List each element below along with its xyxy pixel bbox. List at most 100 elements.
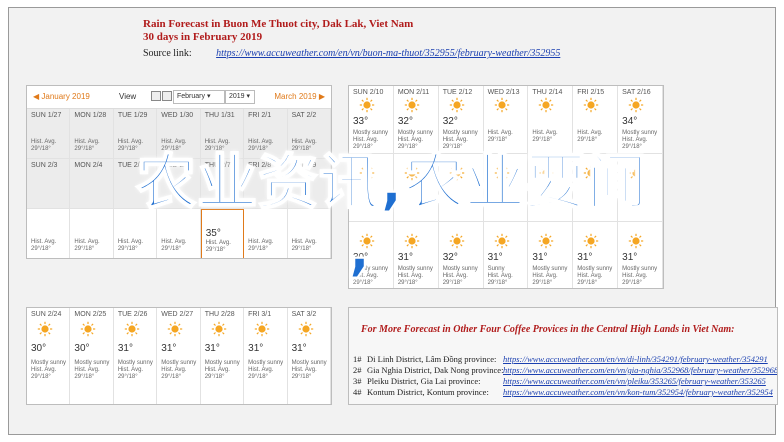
calendar-day-cell[interactable]: TUE 2/26 31° Mostly sunny Hist. Avg. 29°/1…	[114, 308, 158, 404]
province-row: 1# Di Linh District, Lâm Đồng province: ht…	[353, 354, 768, 364]
more-forecast-title: For More Forecast in Other Four Coffee P…	[361, 324, 735, 335]
province-name: Gia Nghia District, Dak Nong province:	[367, 365, 504, 375]
sun-icon	[404, 97, 420, 113]
day-label: FRI 3/1	[248, 311, 272, 318]
page-subtitle: 30 days in February 2019	[143, 31, 263, 43]
year-select[interactable]: 2019 ▾	[225, 90, 255, 104]
day-label: WED 2/27	[161, 311, 194, 318]
temperature: 34°	[622, 116, 638, 127]
calendar-nav-bar: ◀ January 2019 View February ▾ 2019 ▾ Ma…	[27, 86, 331, 109]
calendar-day-cell[interactable]: SAT 3/2 31° Mostly sunny Hist. Avg. 29°/18…	[288, 308, 331, 404]
province-link[interactable]: https://www.accuweather.com/en/vn/kon-tu…	[503, 387, 773, 397]
sun-icon	[211, 321, 227, 337]
province-link[interactable]: https://www.accuweather.com/en/vn/di-lin…	[503, 354, 768, 364]
day-label: SUN 1/27	[31, 112, 62, 119]
calendar-day-cell[interactable]: MON 2/11 32° Mostly sunny Hist. Avg. 29°/1…	[393, 86, 439, 154]
calendar-day-cell[interactable]: FRI 2/15 Hist. Avg. 29°/18°	[573, 86, 619, 154]
forecast-description: Mostly sunny Hist. Avg. 29°/18°	[31, 360, 67, 380]
sun-icon	[538, 97, 554, 113]
list-view-icon[interactable]	[162, 91, 172, 101]
forecast-description: Mostly sunny Hist. Avg. 29°/18°	[291, 360, 327, 380]
province-name: Kontum District, Kontum province:	[367, 387, 489, 397]
calendar-day-cell[interactable]: FRI 3/1 31° Mostly sunny Hist. Avg. 29°/18…	[244, 308, 288, 404]
calendar-day-cell[interactable]: WED 2/27 31° Mostly sunny Hist. Avg. 29°/1…	[157, 308, 201, 404]
calendar-grid-c: SUN 2/24 30° Mostly sunny Hist. Avg. 29°/1…	[27, 308, 331, 404]
sun-icon	[254, 321, 270, 337]
day-label: SAT 2/2	[291, 112, 317, 119]
calendar-day-cell[interactable]: THU 2/28 31° Mostly sunny Hist. Avg. 29°/1…	[201, 308, 245, 404]
forecast-description: Mostly sunny Hist. Avg. 29°/18°	[117, 360, 153, 380]
calendar-day-cell[interactable]: WED 2/13 Hist. Avg. 29°/18°	[483, 86, 529, 154]
page-title: Rain Forecast in Buon Me Thuot city, Dak…	[143, 18, 414, 30]
province-link[interactable]: https://www.accuweather.com/en/vn/pleiku…	[503, 376, 766, 386]
prev-month-link[interactable]: ◀ January 2019	[33, 92, 90, 101]
watermark-overlay: 农业资讯,农业要闻 ,	[0, 148, 784, 283]
day-label: WED 1/30	[161, 112, 194, 119]
province-link[interactable]: https://www.accuweather.com/en/vn/gia-ng…	[503, 365, 777, 375]
calendar-day-cell[interactable]: SUN 2/10 33° Mostly sunny Hist. Avg. 29°/1…	[349, 86, 394, 154]
sun-icon	[80, 321, 96, 337]
day-label: TUE 1/29	[117, 112, 148, 119]
sun-icon	[583, 97, 599, 113]
temperature: 33°	[353, 116, 369, 127]
day-label: MON 1/28	[74, 112, 107, 119]
watermark-line-1: 农业资讯,农业要闻	[135, 148, 648, 218]
day-label: SUN 2/10	[353, 89, 384, 96]
sun-icon	[628, 97, 644, 113]
grid-view-icon[interactable]	[151, 91, 161, 101]
view-toggle[interactable]	[151, 91, 173, 103]
day-label: TUE 2/12	[442, 89, 473, 96]
day-label: SUN 2/24	[31, 311, 62, 318]
sun-icon	[167, 321, 183, 337]
temperature: 32°	[442, 116, 458, 127]
calendar-day-cell[interactable]: TUE 2/12 32° Mostly sunny Hist. Avg. 29°/1…	[438, 86, 484, 154]
sun-icon	[124, 321, 140, 337]
forecast-description: Hist. Avg. 29°/18°	[487, 130, 513, 143]
calendar-day-cell[interactable]: SUN 2/24 30° Mostly sunny Hist. Avg. 29°/1…	[27, 308, 71, 404]
temperature: 30°	[31, 343, 47, 354]
day-label: MON 2/11	[397, 89, 430, 96]
temperature: 32°	[397, 116, 413, 127]
temperature: 31°	[248, 343, 264, 354]
sun-icon	[359, 97, 375, 113]
temperature: 30°	[74, 343, 90, 354]
day-label: WED 2/13	[487, 89, 520, 96]
view-label: View	[119, 92, 137, 101]
sun-icon	[449, 97, 465, 113]
temperature: 31°	[117, 343, 133, 354]
province-name: Pleiku District, Gia Lai province:	[367, 376, 481, 386]
row-number: 1#	[353, 354, 362, 364]
day-label: SAT 2/16	[622, 89, 651, 96]
province-name: Di Linh District, Lâm Đồng province:	[367, 354, 497, 364]
forecast-description: Mostly sunny Hist. Avg. 29°/18°	[161, 360, 197, 380]
day-label: THU 2/14	[532, 89, 563, 96]
province-row: 4# Kontum District, Kontum province: https…	[353, 387, 773, 397]
province-row: 2# Gia Nghia District, Dak Nong province:…	[353, 365, 777, 375]
calendar-day-cell[interactable]: THU 2/14 Hist. Avg. 29°/18°	[528, 86, 574, 154]
day-label: SAT 3/2	[291, 311, 317, 318]
day-label: TUE 2/26	[117, 311, 148, 318]
source-line: Source link: https://www.accuweather.com…	[143, 47, 560, 60]
forecast-description: Mostly sunny Hist. Avg. 29°/18°	[74, 360, 110, 380]
month-select[interactable]: February ▾	[173, 90, 225, 104]
calendar-panel-week-5: SUN 2/24 30° Mostly sunny Hist. Avg. 29°/1…	[26, 307, 332, 405]
source-link[interactable]: https://www.accuweather.com/en/vn/buon-m…	[216, 48, 560, 59]
row-number: 3#	[353, 376, 362, 386]
temperature: 31°	[204, 343, 220, 354]
sun-icon	[37, 321, 53, 337]
calendar-day-cell[interactable]: MON 2/25 30° Mostly sunny Hist. Avg. 29°/1…	[70, 308, 114, 404]
sun-icon	[494, 97, 510, 113]
day-label: FRI 2/1	[248, 112, 272, 119]
day-label: THU 1/31	[204, 112, 235, 119]
province-row: 3# Pleiku District, Gia Lai province: http…	[353, 376, 766, 386]
calendar-day-cell[interactable]: SAT 2/16 34° Mostly sunny Hist. Avg. 29°/1…	[618, 86, 663, 154]
day-label: MON 2/25	[74, 311, 107, 318]
day-label: THU 2/28	[204, 311, 235, 318]
source-label: Source link:	[143, 48, 192, 59]
temperature: 31°	[161, 343, 177, 354]
forecast-description: Mostly sunny Hist. Avg. 29°/18°	[248, 360, 284, 380]
temperature: 31°	[291, 343, 307, 354]
forecast-description: Mostly sunny Hist. Avg. 29°/18°	[204, 360, 240, 380]
forecast-description: Hist. Avg. 29°/18°	[577, 130, 603, 143]
next-month-link[interactable]: March 2019 ▶	[274, 92, 325, 101]
